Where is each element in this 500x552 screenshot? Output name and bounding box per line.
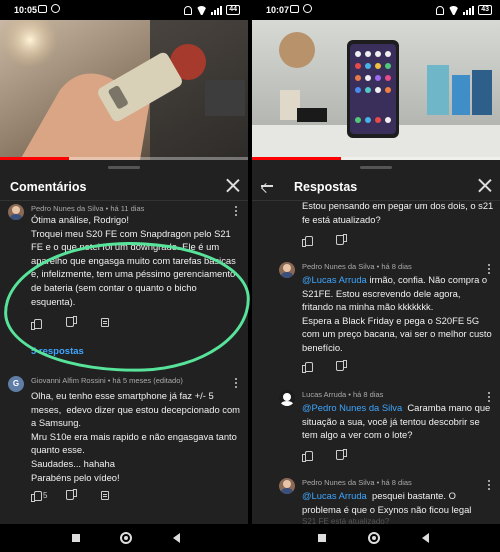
like-count: 5 <box>43 491 48 500</box>
comment-text: Ótima análise, Rodrigo! Troquei meu S20 … <box>31 214 236 307</box>
mention-link[interactable]: @Lucas Arruda <box>302 274 367 285</box>
reply-text: @Lucas Arruda irmão, confia. Não compra … <box>302 273 492 355</box>
dislike-icon[interactable] <box>338 362 347 371</box>
drag-handle[interactable] <box>360 166 392 169</box>
reply-text-content: irmão, confia. Não compra o S21FE. Estou… <box>302 274 492 353</box>
mute-icon <box>184 5 193 15</box>
like-icon[interactable] <box>31 491 42 502</box>
reply-author[interactable]: Pedro Nunes da Silva • há 8 dias <box>302 478 412 487</box>
signal-icon <box>211 5 223 15</box>
back-icon[interactable] <box>173 533 180 543</box>
video-frame <box>0 20 248 160</box>
home-icon[interactable] <box>120 532 132 544</box>
video-progress-bar[interactable] <box>252 157 342 160</box>
close-icon[interactable] <box>478 178 492 192</box>
reply-actions <box>302 450 402 464</box>
comment-actions <box>31 317 131 331</box>
more-options-icon[interactable] <box>235 378 238 389</box>
comment-text: Olha, eu tenho esse smartphone já faz +/… <box>31 390 240 483</box>
close-icon[interactable] <box>226 178 240 192</box>
page-title: Respostas <box>294 180 358 194</box>
reply-author[interactable]: Pedro Nunes da Silva • há 8 dias <box>302 262 412 271</box>
mute-icon <box>436 5 445 15</box>
comments-screen: 10:05 44 Comentários Pedro Nunes da Silv… <box>0 0 248 552</box>
reply-icon[interactable] <box>101 491 109 500</box>
video-progress-bar[interactable] <box>0 157 70 160</box>
status-bar: 10:05 44 <box>0 0 248 20</box>
page-title: Comentários <box>10 180 87 194</box>
dislike-icon[interactable] <box>338 236 347 245</box>
notification-icon <box>38 4 47 13</box>
wifi-icon <box>196 6 207 15</box>
avatar[interactable] <box>279 478 295 494</box>
back-icon[interactable] <box>422 533 429 543</box>
battery-indicator: 44 <box>226 5 240 15</box>
reply-icon[interactable] <box>101 318 109 327</box>
video-player[interactable] <box>252 20 500 160</box>
notification-icon <box>290 4 299 13</box>
home-icon[interactable] <box>368 532 380 544</box>
video-frame <box>252 20 500 160</box>
status-bar: 10:07 43 <box>252 0 500 20</box>
status-time: 10:07 <box>266 5 290 15</box>
dislike-icon[interactable] <box>68 491 77 500</box>
avatar[interactable]: G <box>8 376 24 392</box>
reply-actions <box>302 361 402 375</box>
like-icon[interactable] <box>302 451 313 462</box>
bottom-peek-text: S21 FE está atualizado? <box>302 517 390 526</box>
video-player[interactable] <box>0 20 248 160</box>
mention-link[interactable]: @Pedro Nunes da Silva <box>302 402 402 413</box>
like-icon[interactable] <box>302 362 313 373</box>
recents-icon[interactable] <box>318 534 326 542</box>
avatar[interactable] <box>279 390 295 406</box>
comment-author[interactable]: Pedro Nunes da Silva • há 11 dias <box>31 204 144 213</box>
comment-author[interactable]: Giovanni Alfim Rossini • há 5 meses (edi… <box>31 376 183 385</box>
like-icon[interactable] <box>31 319 42 330</box>
comments-header: Comentários <box>0 172 248 202</box>
view-replies-link[interactable]: 5 respostas <box>31 346 84 357</box>
comment-actions <box>302 235 402 249</box>
system-nav-bar <box>0 524 248 552</box>
wifi-icon <box>448 6 459 15</box>
dislike-icon[interactable] <box>338 451 347 460</box>
mention-link[interactable]: @Lucas Arruda <box>302 490 367 501</box>
comment-text: Estou pensando em pegar um dos dois, o s… <box>302 200 494 225</box>
avatar[interactable] <box>8 204 24 220</box>
replies-screen: 10:07 43 Respostas Estou pensando em peg… <box>252 0 500 552</box>
reply-text: @Lucas Arruda pesquei bastante. O proble… <box>302 489 492 516</box>
comment-actions: 5 <box>31 490 131 504</box>
avatar[interactable] <box>279 262 295 278</box>
like-icon[interactable] <box>302 236 313 247</box>
recents-icon[interactable] <box>72 534 80 542</box>
status-time: 10:05 <box>14 5 38 15</box>
drag-handle[interactable] <box>108 166 140 169</box>
battery-indicator: 43 <box>478 5 492 15</box>
reply-text: @Pedro Nunes da Silva Caramba mano que s… <box>302 401 494 442</box>
replies-header: Respostas <box>252 172 500 202</box>
alarm-icon <box>303 4 312 13</box>
back-arrow-icon[interactable] <box>260 181 274 191</box>
signal-icon <box>463 5 475 15</box>
reply-author[interactable]: Lucas Arruda • há 8 dias <box>302 390 383 399</box>
system-nav-bar: S21 FE está atualizado? <box>252 517 500 552</box>
header-divider <box>0 200 248 201</box>
dislike-icon[interactable] <box>68 318 77 327</box>
alarm-icon <box>51 4 60 13</box>
